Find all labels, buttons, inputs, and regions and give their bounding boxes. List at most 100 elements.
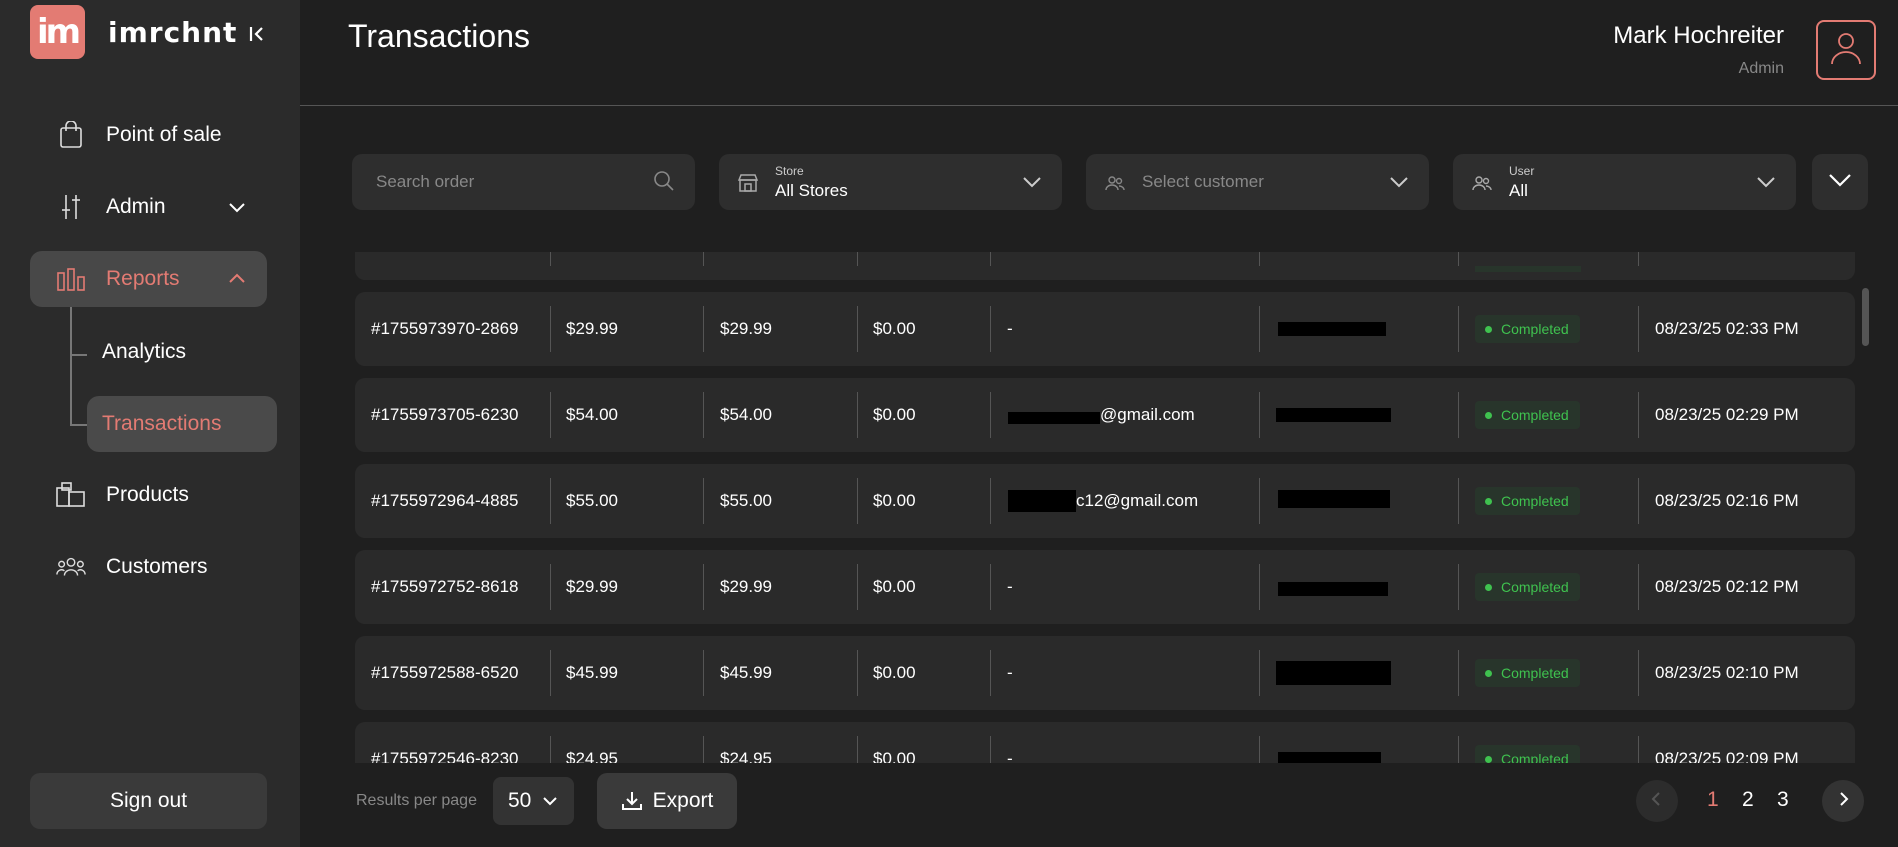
export-button[interactable]: Export	[597, 773, 737, 829]
collapse-sidebar-icon[interactable]	[245, 22, 269, 46]
sign-out-button[interactable]: Sign out	[30, 773, 267, 829]
order-id[interactable]: #1755972546-8230	[371, 722, 518, 763]
redacted-user	[1278, 582, 1388, 596]
redacted-email	[1008, 412, 1100, 424]
user-select[interactable]: User All	[1453, 154, 1796, 210]
total: $54.00	[720, 405, 772, 424]
subtotal: $45.99	[566, 663, 618, 682]
table-row[interactable]: #1755972588-6520 $45.99 $45.99 $0.00 - C…	[355, 636, 1855, 710]
users-icon	[56, 552, 86, 582]
user-label: User	[1509, 164, 1535, 178]
sliders-icon	[56, 192, 86, 222]
redacted-user	[1278, 752, 1381, 763]
search-input[interactable]: Search order	[352, 154, 695, 210]
date: 08/23/25 02:29 PM	[1655, 405, 1799, 424]
chevron-right-icon	[1834, 790, 1852, 813]
results-per-page-select[interactable]: 50	[493, 777, 574, 825]
next-page-button[interactable]	[1822, 780, 1864, 822]
logo[interactable]: im	[30, 5, 85, 59]
table-row[interactable]: #1755973705-6230 $54.00 $54.00 $0.00 @gm…	[355, 378, 1855, 452]
order-id[interactable]: #1755973970-2869	[371, 292, 518, 366]
subnav-label: Transactions	[102, 412, 222, 435]
table-row[interactable]: #1755972752-8618 $29.99 $29.99 $0.00 - C…	[355, 550, 1855, 624]
status-badge: Completed	[1475, 464, 1580, 538]
subnav-transactions[interactable]: Transactions	[87, 396, 277, 452]
discount: $0.00	[873, 491, 916, 510]
order-id[interactable]: #1755972752-8618	[371, 550, 518, 624]
customer: -	[1007, 749, 1013, 763]
redacted-user	[1276, 661, 1391, 685]
brand-name: imrchnt	[108, 16, 238, 49]
user-value: All	[1509, 181, 1528, 200]
prev-page-button[interactable]	[1636, 780, 1678, 822]
discount: $0.00	[873, 319, 916, 338]
subtotal: $29.99	[566, 577, 618, 596]
page-1[interactable]: 1	[1707, 788, 1719, 812]
sidebar: im imrchnt Point of sale Admin Reports A…	[0, 0, 300, 847]
nav-label: Admin	[106, 195, 166, 218]
user-role: Admin	[1738, 60, 1784, 77]
page-title: Transactions	[348, 18, 530, 54]
redacted-user	[1278, 490, 1390, 508]
table-row[interactable]	[355, 252, 1855, 280]
store-icon	[737, 172, 759, 194]
discount: $0.00	[873, 663, 916, 682]
date: 08/23/25 02:12 PM	[1655, 577, 1799, 596]
date: 08/23/25 02:33 PM	[1655, 319, 1799, 338]
page-3[interactable]: 3	[1777, 788, 1789, 812]
download-icon	[621, 790, 643, 812]
nav-admin[interactable]: Admin	[30, 179, 267, 235]
search-placeholder: Search order	[376, 172, 475, 191]
total: $29.99	[720, 319, 772, 338]
nav-point-of-sale[interactable]: Point of sale	[30, 107, 267, 163]
status-badge: Completed	[1475, 722, 1580, 763]
transactions-table: #1755973970-2869 $29.99 $29.99 $0.00 - C…	[355, 252, 1855, 763]
order-id[interactable]: #1755972964-4885	[371, 464, 518, 538]
customer: -	[1007, 577, 1013, 596]
subnav-analytics[interactable]: Analytics	[87, 324, 186, 380]
redacted-user	[1278, 322, 1386, 336]
subnav-label: Analytics	[102, 340, 187, 363]
page-2[interactable]: 2	[1742, 788, 1754, 812]
table-row[interactable]: #1755972964-4885 $55.00 $55.00 $0.00 c12…	[355, 464, 1855, 538]
users-icon	[1471, 172, 1493, 194]
nav-customers[interactable]: Customers	[30, 539, 267, 595]
tree-line	[70, 307, 72, 425]
subtotal: $24.95	[566, 749, 618, 763]
expand-filters-button[interactable]	[1812, 154, 1868, 210]
discount: $0.00	[873, 577, 916, 596]
shopping-bag-icon	[56, 120, 86, 150]
customer-select[interactable]: Select customer	[1086, 154, 1429, 210]
chevron-down-icon	[541, 792, 559, 810]
nav-products[interactable]: Products	[30, 467, 267, 523]
subtotal: $55.00	[566, 491, 618, 510]
chevron-down-icon	[1387, 170, 1411, 194]
table-row[interactable]: #1755972546-8230 $24.95 $24.95 $0.00 - C…	[355, 722, 1855, 763]
date: 08/23/25 02:10 PM	[1655, 663, 1799, 682]
store-label: Store	[775, 164, 804, 178]
results-per-page-label: Results per page	[356, 792, 477, 809]
table-row[interactable]: #1755973970-2869 $29.99 $29.99 $0.00 - C…	[355, 292, 1855, 366]
total: $24.95	[720, 749, 772, 763]
subtotal: $29.99	[566, 319, 618, 338]
nav-reports[interactable]: Reports	[30, 251, 267, 307]
user-avatar-button[interactable]	[1816, 20, 1876, 80]
tree-branch	[70, 424, 87, 426]
customer: -	[1007, 319, 1013, 338]
boxes-icon	[56, 480, 86, 510]
order-id[interactable]: #1755973705-6230	[371, 378, 518, 452]
total: $29.99	[720, 577, 772, 596]
table-scrollbar[interactable]	[1862, 288, 1869, 346]
redacted-user	[1276, 408, 1391, 422]
nav-label: Reports	[106, 267, 180, 290]
chevron-down-icon	[225, 195, 249, 219]
discount: $0.00	[873, 749, 916, 763]
chevron-left-icon	[1648, 790, 1666, 813]
total: $45.99	[720, 663, 772, 682]
store-value: All Stores	[775, 181, 848, 200]
date: 08/23/25 02:16 PM	[1655, 491, 1799, 510]
date: 08/23/25 02:09 PM	[1655, 749, 1799, 763]
chevron-down-icon	[1826, 166, 1854, 199]
store-select[interactable]: Store All Stores	[719, 154, 1062, 210]
order-id[interactable]: #1755972588-6520	[371, 636, 518, 710]
